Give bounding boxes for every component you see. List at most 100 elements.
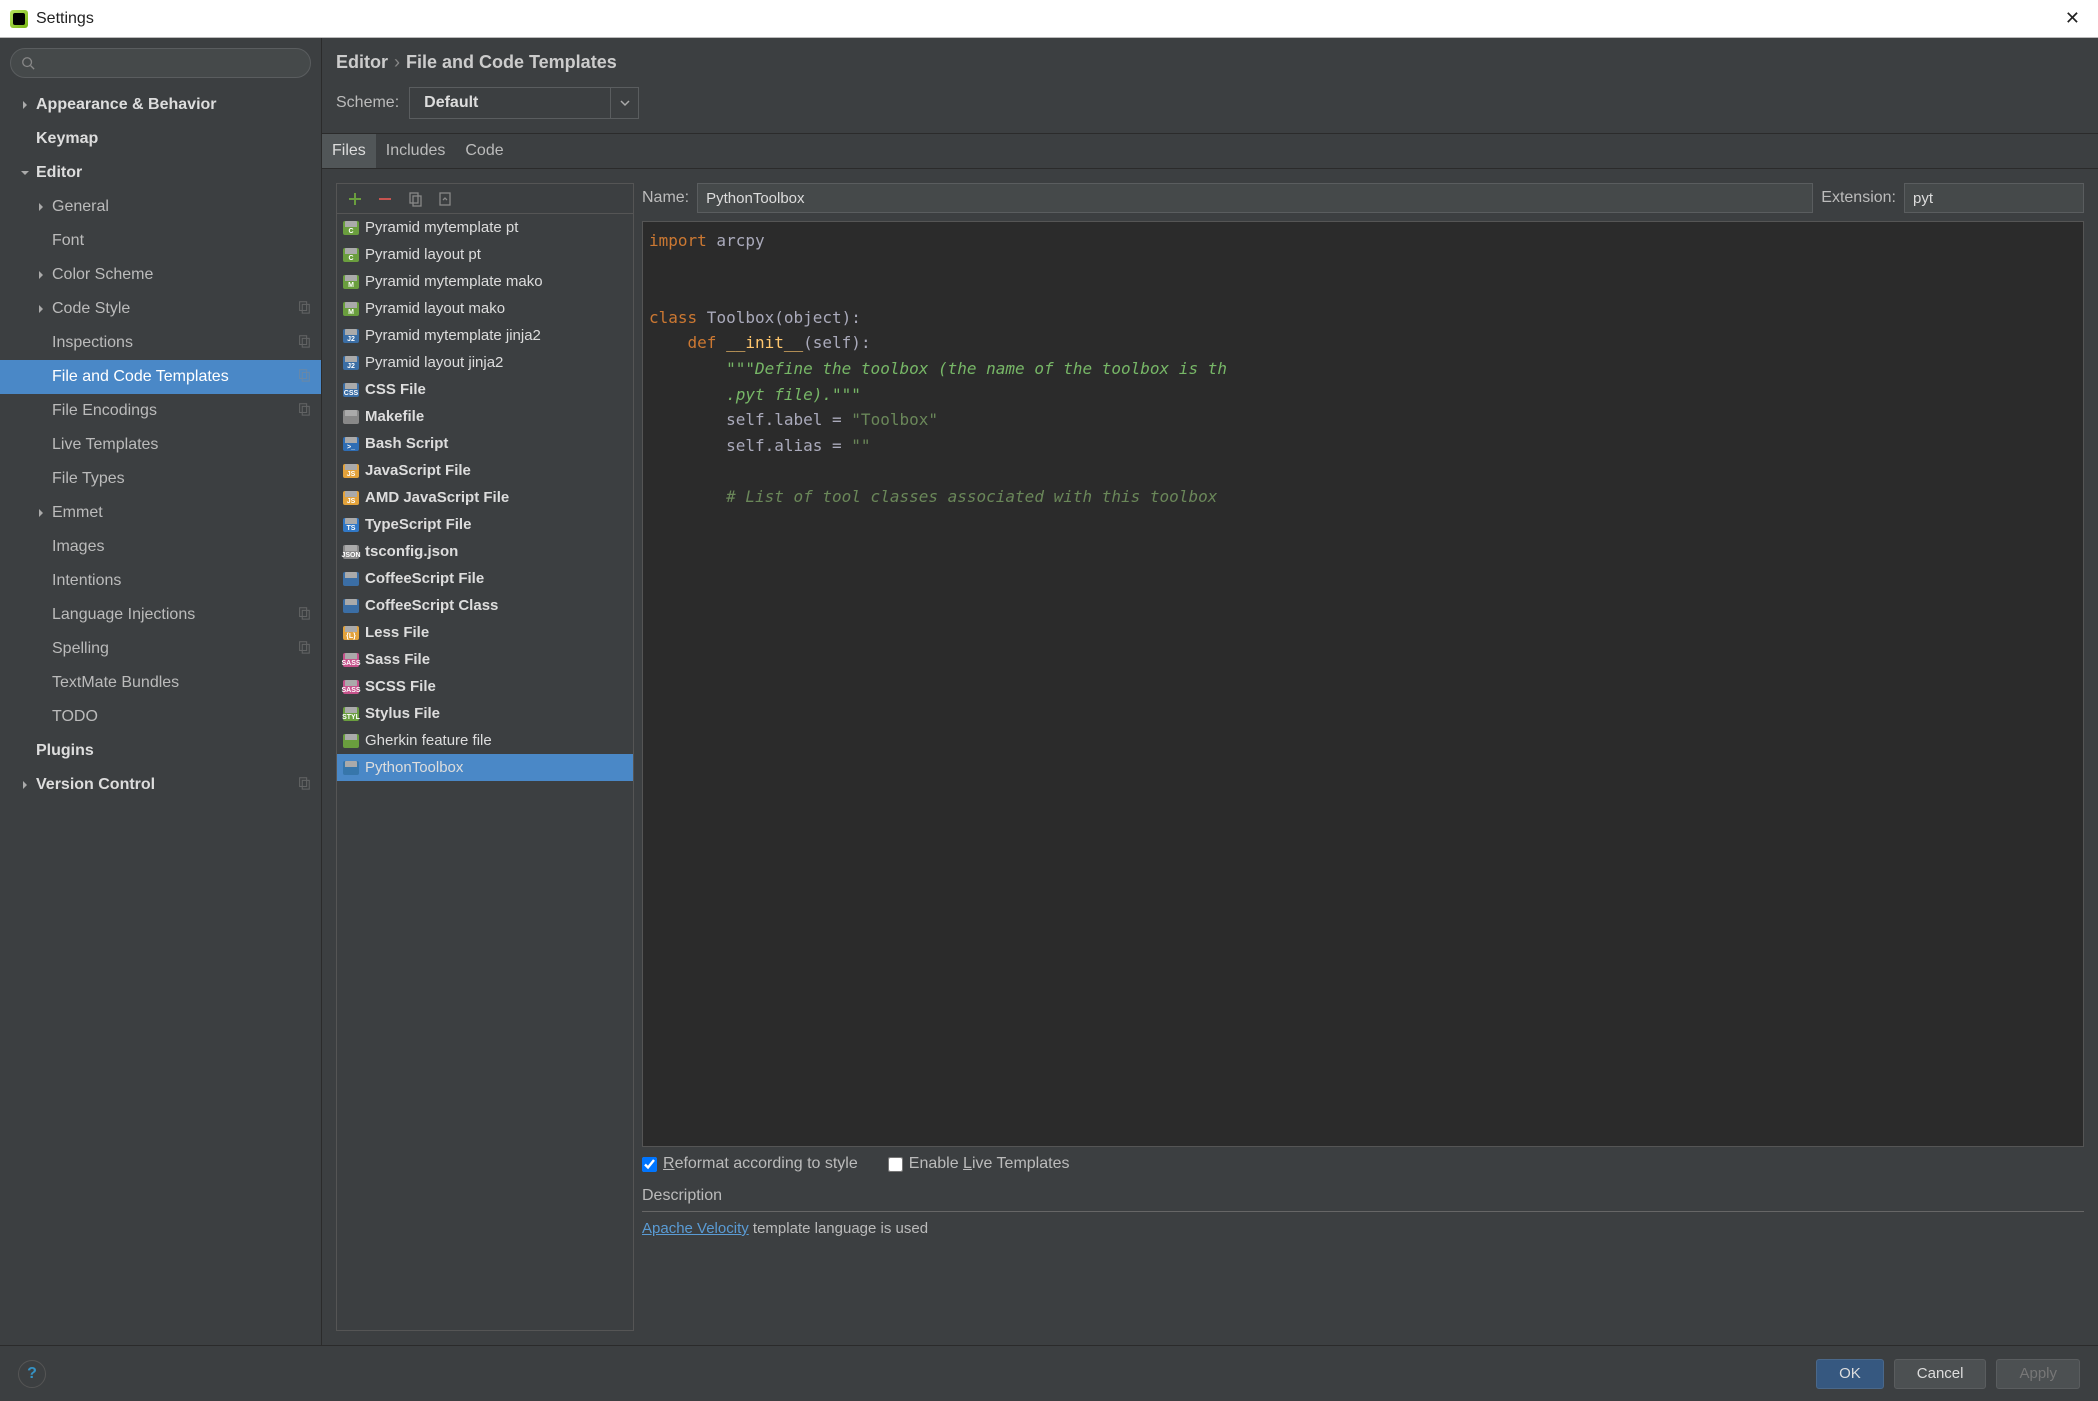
template-item[interactable]: JSJavaScript File	[337, 457, 633, 484]
template-item[interactable]: TSTypeScript File	[337, 511, 633, 538]
sidebar-item-todo[interactable]: TODO	[0, 700, 321, 734]
template-item[interactable]: >_Bash Script	[337, 430, 633, 457]
file-type-icon: C	[343, 221, 359, 235]
template-panel: C Pyramid mytemplate pt C Pyramid layout pt…	[336, 183, 634, 1331]
template-item-label: Pyramid layout pt	[365, 246, 481, 263]
ok-button[interactable]: OK	[1816, 1359, 1884, 1389]
sidebar-item-appearance-behavior[interactable]: Appearance & Behavior	[0, 88, 321, 122]
template-item[interactable]: MPyramid layout mako	[337, 295, 633, 322]
template-item[interactable]: MPyramid mytemplate mako	[337, 268, 633, 295]
sidebar-item-plugins[interactable]: Plugins	[0, 734, 321, 768]
template-item-label: Less File	[365, 624, 429, 641]
template-item[interactable]: Gherkin feature file	[337, 727, 633, 754]
cancel-button[interactable]: Cancel	[1894, 1359, 1987, 1389]
template-item[interactable]: JSAMD JavaScript File	[337, 484, 633, 511]
tab-includes[interactable]: Includes	[376, 134, 456, 168]
template-list: C Pyramid mytemplate pt C Pyramid layout pt…	[337, 214, 633, 1330]
template-item-label: Stylus File	[365, 705, 440, 722]
sidebar-item-general[interactable]: General	[0, 190, 321, 224]
sidebar-item-font[interactable]: Font	[0, 224, 321, 258]
copy-template-button[interactable]	[407, 191, 423, 207]
dialog-footer: ? OK Cancel Apply	[0, 1345, 2098, 1401]
file-type-icon: J2	[343, 329, 359, 343]
file-type-icon: C	[343, 248, 359, 262]
file-type-icon: M	[343, 275, 359, 289]
sidebar-item-editor[interactable]: Editor	[0, 156, 321, 190]
sidebar-item-file-encodings[interactable]: File Encodings	[0, 394, 321, 428]
name-label: Name:	[642, 189, 689, 207]
sidebar-item-code-style[interactable]: Code Style	[0, 292, 321, 326]
file-type-icon	[343, 410, 359, 424]
template-item[interactable]: C Pyramid mytemplate pt	[337, 214, 633, 241]
sidebar-item-emmet[interactable]: Emmet	[0, 496, 321, 530]
sidebar-item-color-scheme[interactable]: Color Scheme	[0, 258, 321, 292]
file-type-icon: JS	[343, 464, 359, 478]
template-item[interactable]: STYLStylus File	[337, 700, 633, 727]
sidebar-item-label: File Encodings	[52, 402, 157, 420]
help-button[interactable]: ?	[18, 1360, 46, 1388]
sidebar-item-file-and-code-templates[interactable]: File and Code Templates	[0, 360, 321, 394]
sidebar-item-images[interactable]: Images	[0, 530, 321, 564]
description-label: Description	[642, 1187, 2084, 1205]
sidebar-item-intentions[interactable]: Intentions	[0, 564, 321, 598]
sidebar-item-inspections[interactable]: Inspections	[0, 326, 321, 360]
template-item[interactable]: CoffeeScript File	[337, 565, 633, 592]
tab-files[interactable]: Files	[322, 134, 376, 168]
copy-icon	[297, 402, 311, 421]
sidebar-item-label: Spelling	[52, 640, 109, 658]
template-item-label: tsconfig.json	[365, 543, 458, 560]
template-item[interactable]: SASSSCSS File	[337, 673, 633, 700]
template-item[interactable]: JSONtsconfig.json	[337, 538, 633, 565]
extension-label: Extension:	[1821, 189, 1896, 207]
sidebar-item-version-control[interactable]: Version Control	[0, 768, 321, 802]
add-template-button[interactable]	[347, 191, 363, 207]
live-templates-checkbox[interactable]: Enable Live Templates	[888, 1155, 1070, 1173]
breadcrumb-separator-icon: ›	[394, 52, 400, 72]
close-button[interactable]: ✕	[2057, 4, 2088, 33]
sidebar-item-live-templates[interactable]: Live Templates	[0, 428, 321, 462]
expand-icon	[34, 268, 48, 282]
sidebar-item-label: Keymap	[36, 130, 98, 148]
scheme-value: Default	[410, 94, 610, 112]
extension-input[interactable]	[1904, 183, 2084, 213]
reset-template-button[interactable]	[437, 191, 453, 207]
template-item[interactable]: PythonToolbox	[337, 754, 633, 781]
file-type-icon: {L}	[343, 626, 359, 640]
chevron-down-icon	[610, 88, 638, 118]
template-item[interactable]: CSSCSS File	[337, 376, 633, 403]
scheme-select[interactable]: Default	[409, 87, 639, 119]
copy-icon	[297, 300, 311, 319]
template-item[interactable]: C Pyramid layout pt	[337, 241, 633, 268]
template-item[interactable]: J2Pyramid mytemplate jinja2	[337, 322, 633, 349]
sidebar-item-label: Language Injections	[52, 606, 195, 624]
search-input[interactable]	[10, 48, 311, 78]
sidebar-item-label: General	[52, 198, 109, 216]
expand-icon	[18, 778, 32, 792]
code-editor[interactable]: import arcpy class Toolbox(object): def …	[642, 221, 2084, 1147]
template-item[interactable]: SASSSass File	[337, 646, 633, 673]
file-type-icon	[343, 734, 359, 748]
template-toolbar	[337, 184, 633, 214]
template-item-label: CSS File	[365, 381, 426, 398]
sidebar-item-textmate-bundles[interactable]: TextMate Bundles	[0, 666, 321, 700]
apply-button[interactable]: Apply	[1996, 1359, 2080, 1389]
template-item[interactable]: CoffeeScript Class	[337, 592, 633, 619]
sidebar-item-keymap[interactable]: Keymap	[0, 122, 321, 156]
tab-code[interactable]: Code	[455, 134, 513, 168]
template-item-label: Pyramid mytemplate pt	[365, 219, 518, 236]
sidebar-item-file-types[interactable]: File Types	[0, 462, 321, 496]
name-input[interactable]	[697, 183, 1813, 213]
velocity-link[interactable]: Apache Velocity	[642, 1220, 749, 1237]
template-item[interactable]: {L} Less File	[337, 619, 633, 646]
template-item[interactable]: J2Pyramid layout jinja2	[337, 349, 633, 376]
sidebar-item-spelling[interactable]: Spelling	[0, 632, 321, 666]
template-item[interactable]: Makefile	[337, 403, 633, 430]
sidebar-item-label: TODO	[52, 708, 98, 726]
file-type-icon	[343, 572, 359, 586]
sidebar-item-label: Editor	[36, 164, 82, 182]
sidebar-item-language-injections[interactable]: Language Injections	[0, 598, 321, 632]
template-item-label: SCSS File	[365, 678, 436, 695]
remove-template-button[interactable]	[377, 191, 393, 207]
copy-icon	[297, 640, 311, 659]
reformat-checkbox[interactable]: Reformat according to style	[642, 1155, 858, 1173]
